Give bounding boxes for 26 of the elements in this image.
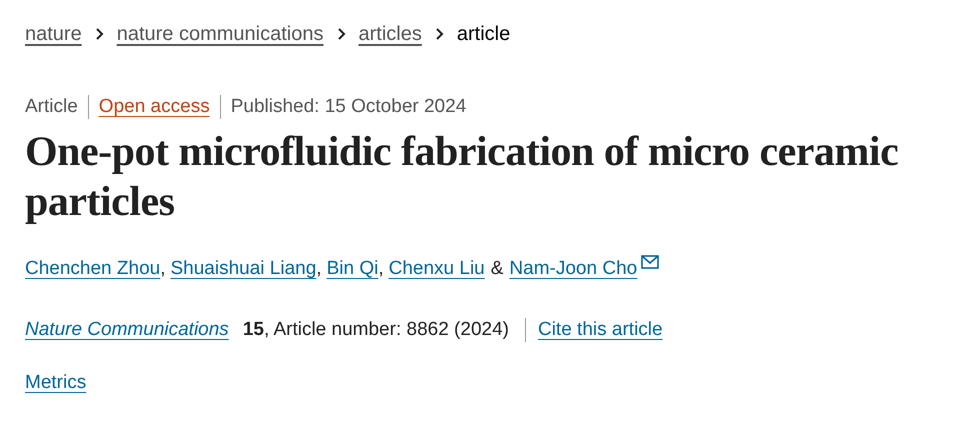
- breadcrumb-link[interactable]: articles: [358, 21, 422, 47]
- breadcrumb-link[interactable]: nature: [25, 21, 82, 47]
- author-separator: ,: [378, 257, 384, 281]
- open-access-link[interactable]: Open access: [88, 95, 221, 119]
- envelope-icon[interactable]: [641, 255, 660, 269]
- chevron-icon: [434, 27, 444, 41]
- article-number: , Article number: 8862 (2024): [264, 318, 526, 342]
- author-link[interactable]: Chenchen Zhou: [25, 257, 160, 281]
- article-type: Article: [25, 95, 89, 119]
- author-link[interactable]: Bin Qi: [326, 257, 378, 281]
- chevron-icon: [336, 27, 346, 41]
- author-link[interactable]: Nam-Joon Cho: [509, 257, 638, 281]
- author-separator: ,: [160, 257, 166, 281]
- author-separator: &: [490, 257, 504, 281]
- author-link[interactable]: Chenxu Liu: [388, 257, 485, 281]
- author-link[interactable]: Shuaishuai Liang: [170, 257, 316, 281]
- article-title: One-pot microfluidic fabrication of micro ceramic particles: [25, 128, 900, 227]
- breadcrumb-current: article: [456, 22, 510, 47]
- breadcrumb-link[interactable]: nature communications: [116, 21, 324, 47]
- chevron-icon: [94, 27, 104, 41]
- published-date: Published: 15 October 2024: [230, 95, 466, 119]
- author-separator: ,: [316, 257, 322, 281]
- volume-number: 15: [242, 318, 264, 342]
- journal-link[interactable]: Nature Communications: [25, 318, 229, 342]
- metrics-link[interactable]: Metrics: [25, 371, 86, 395]
- cite-link[interactable]: Cite this article: [538, 318, 663, 342]
